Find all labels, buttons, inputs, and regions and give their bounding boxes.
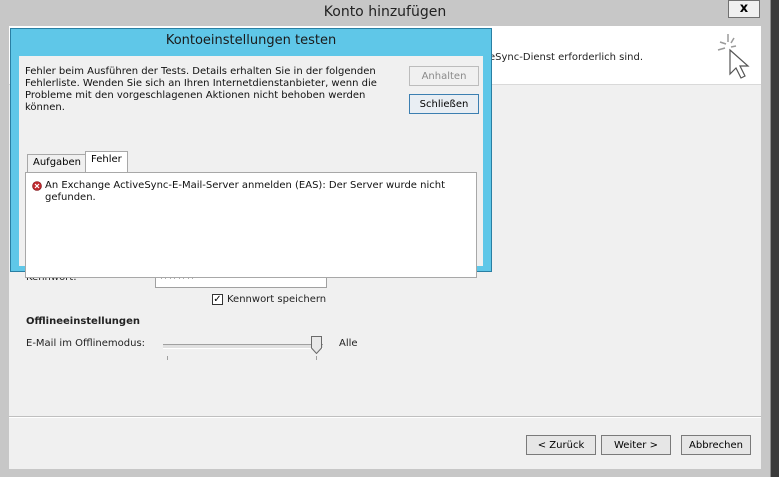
offline-mail-label: E-Mail im Offlinemodus: bbox=[26, 338, 146, 349]
close-button[interactable]: Schließen bbox=[409, 94, 479, 114]
back-button[interactable]: < Zurück bbox=[526, 435, 596, 455]
dialog-client-area: Fehler beim Ausführen der Tests. Details… bbox=[19, 56, 483, 278]
offline-mail-slider-thumb[interactable] bbox=[311, 336, 322, 354]
stop-button[interactable]: Anhalten bbox=[409, 66, 479, 86]
window-close-button[interactable]: x bbox=[728, 0, 760, 18]
test-account-settings-dialog: Kontoeinstellungen testen Fehler beim Au… bbox=[10, 28, 492, 278]
offline-mail-slider-track[interactable] bbox=[163, 344, 323, 349]
slider-tick bbox=[167, 356, 168, 360]
window-title: Konto hinzufügen bbox=[323, 4, 447, 20]
window-title-bar[interactable]: Konto hinzufügen x bbox=[0, 0, 770, 26]
remember-password-label[interactable]: Kennwort speichern bbox=[227, 294, 326, 305]
header-description: eSync-Dienst erforderlich sind. bbox=[489, 52, 644, 63]
error-list: An Exchange ActiveSync-E-Mail-Server anm… bbox=[25, 172, 477, 278]
button-separator bbox=[9, 416, 761, 418]
cancel-button[interactable]: Abbrechen bbox=[681, 435, 751, 455]
cursor-sparkle-icon bbox=[717, 34, 750, 79]
dialog-message: Fehler beim Ausführen der Tests. Details… bbox=[25, 66, 377, 113]
next-button[interactable]: Weiter > bbox=[601, 435, 671, 455]
error-icon bbox=[32, 181, 42, 191]
dialog-title: Kontoeinstellungen testen bbox=[165, 33, 337, 48]
remember-password-checkbox[interactable]: ✓ bbox=[212, 294, 223, 305]
slider-tick bbox=[316, 356, 317, 360]
tab-errors[interactable]: Fehler bbox=[85, 151, 128, 173]
offline-section-title: Offlineeinstellungen bbox=[26, 316, 140, 327]
error-text: An Exchange ActiveSync-E-Mail-Server anm… bbox=[45, 180, 445, 203]
tab-tasks[interactable]: Aufgaben bbox=[27, 154, 88, 172]
offline-mail-value: Alle bbox=[339, 338, 358, 349]
